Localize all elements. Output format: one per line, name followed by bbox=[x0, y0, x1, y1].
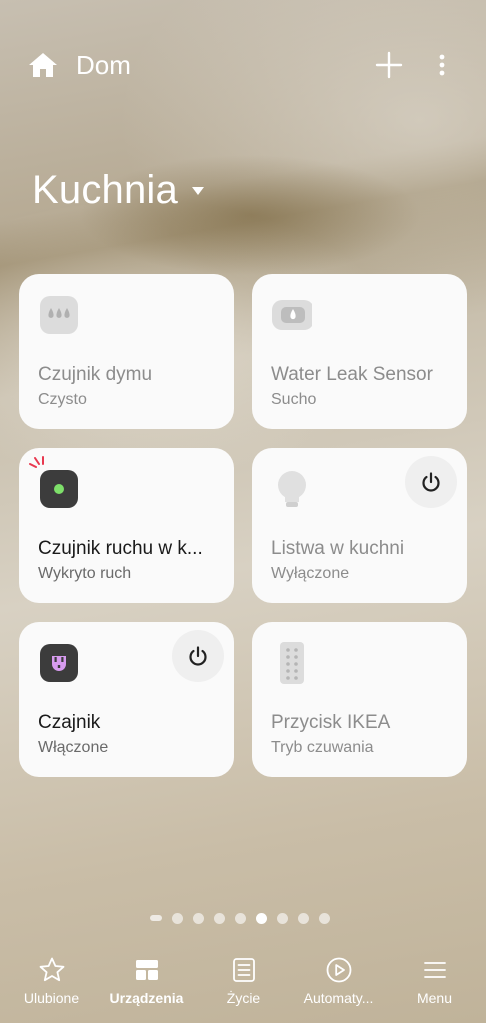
device-status: Czysto bbox=[38, 391, 87, 408]
caret-down-icon bbox=[191, 187, 204, 195]
nav-label: Automaty... bbox=[303, 990, 374, 1006]
play-icon bbox=[326, 957, 351, 983]
plus-icon[interactable] bbox=[374, 50, 404, 80]
power-icon bbox=[189, 646, 207, 666]
pager-dash bbox=[150, 915, 162, 921]
motion-sensor-icon bbox=[40, 470, 78, 508]
pager-dot[interactable] bbox=[277, 912, 288, 924]
device-card-smoke-sensor[interactable]: Czujnik dymu Czysto bbox=[19, 274, 234, 429]
device-status: Wykryto ruch bbox=[38, 565, 132, 582]
pager-dot-current[interactable] bbox=[256, 912, 267, 924]
menu-icon bbox=[423, 962, 446, 978]
room-title: Kuchnia bbox=[32, 167, 178, 212]
device-status: Sucho bbox=[271, 391, 317, 408]
device-card-kitchen-strip[interactable]: Listwa w kuchni Wyłączone bbox=[252, 448, 467, 603]
power-button[interactable] bbox=[405, 456, 457, 508]
device-status: Włączone bbox=[38, 739, 109, 756]
device-name: Przycisk IKEA bbox=[271, 712, 391, 733]
device-status: Tryb czuwania bbox=[271, 739, 374, 756]
vertical-dots-icon[interactable] bbox=[430, 50, 454, 80]
smoke-sensor-icon bbox=[40, 296, 78, 334]
star-icon bbox=[39, 957, 64, 982]
pager-dot[interactable] bbox=[214, 912, 225, 924]
nav-menu[interactable]: Menu bbox=[386, 950, 483, 1010]
device-card-water-leak-sensor[interactable]: Water Leak Sensor Sucho bbox=[252, 274, 467, 429]
pager-dot[interactable] bbox=[298, 912, 309, 924]
bottom-navigation: Ulubione Urządzenia Życie Automaty... Me… bbox=[0, 950, 486, 1023]
nav-life[interactable]: Życie bbox=[195, 950, 292, 1010]
top-bar: Dom bbox=[0, 44, 486, 88]
water-leak-sensor-icon bbox=[272, 300, 312, 330]
nav-devices[interactable]: Urządzenia bbox=[98, 950, 195, 1010]
power-button[interactable] bbox=[172, 630, 224, 682]
power-icon bbox=[422, 472, 440, 492]
pager-dot[interactable] bbox=[319, 912, 330, 924]
bulb-icon bbox=[278, 471, 306, 507]
device-card-ikea-button[interactable]: Przycisk IKEA Tryb czuwania bbox=[252, 622, 467, 777]
remote-icon bbox=[280, 642, 304, 684]
home-title[interactable]: Dom bbox=[76, 50, 131, 81]
device-name: Czujnik ruchu w k... bbox=[38, 538, 203, 559]
nav-label: Życie bbox=[226, 990, 261, 1006]
nav-label: Menu bbox=[416, 990, 453, 1006]
device-name: Water Leak Sensor bbox=[271, 364, 433, 385]
devices-icon bbox=[135, 960, 158, 980]
pager-dot[interactable] bbox=[193, 912, 204, 924]
device-status: Wyłączone bbox=[271, 565, 350, 582]
device-name: Listwa w kuchni bbox=[271, 538, 405, 559]
nav-label: Ulubione bbox=[23, 990, 80, 1006]
device-name: Czajnik bbox=[38, 712, 101, 733]
life-icon bbox=[232, 958, 255, 982]
device-name: Czujnik dymu bbox=[38, 364, 153, 385]
pager-dot[interactable] bbox=[172, 912, 183, 924]
nav-automations[interactable]: Automaty... bbox=[290, 950, 387, 1010]
nav-label: Urządzenia bbox=[109, 990, 184, 1006]
page-indicator bbox=[150, 911, 340, 925]
nav-favorites[interactable]: Ulubione bbox=[3, 950, 100, 1010]
device-card-motion-sensor[interactable]: Czujnik ruchu w k... Wykryto ruch bbox=[19, 448, 234, 603]
home-icon[interactable] bbox=[28, 52, 58, 78]
room-selector[interactable]: Kuchnia bbox=[32, 166, 206, 214]
device-card-kettle[interactable]: Czajnik Włączone bbox=[19, 622, 234, 777]
pager-dot[interactable] bbox=[235, 912, 246, 924]
smart-plug-icon bbox=[40, 644, 78, 682]
